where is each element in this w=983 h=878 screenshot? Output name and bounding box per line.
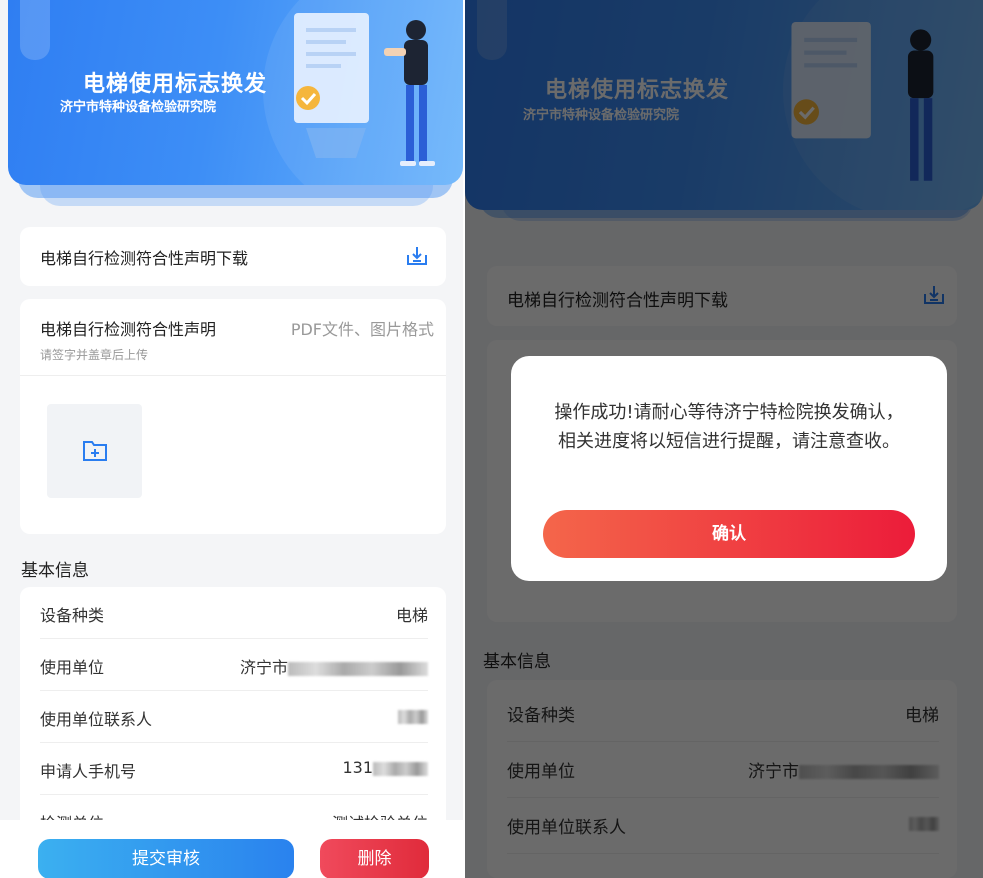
banner-tab — [20, 0, 50, 60]
banner-subtitle: 济宁市特种设备检验研究院 — [60, 100, 217, 115]
certificate-person-illustration — [294, 13, 435, 166]
folder-add-icon[interactable] — [82, 438, 108, 462]
declaration-format: PDF文件、图片格式 — [290, 320, 434, 339]
header-banner: 电梯使用标志换发 济宁市特种设备检验研究院 — [8, 0, 463, 185]
info-key: 使用单位 — [40, 658, 105, 677]
declaration-title: 电梯自行检测符合性声明 — [40, 320, 217, 339]
basic-info-card: 设备种类 电梯 使用单位 济宁市 使用单位联系人 申请人手机号 131 检测单位… — [20, 587, 446, 847]
confirm-button[interactable]: 确认 — [543, 510, 915, 558]
info-value-redacted: 济宁市 — [240, 654, 428, 678]
banner-title: 电梯使用标志换发 — [83, 72, 268, 97]
info-key: 使用单位联系人 — [40, 710, 153, 729]
info-key: 设备种类 — [40, 606, 105, 625]
submit-button[interactable]: 提交审核 — [38, 839, 294, 878]
confirmation-screen: 电梯使用标志换发 济宁市特种设备检验研究院 电梯自行检测符合性声明下载 — [465, 0, 983, 878]
info-key: 申请人手机号 — [40, 762, 137, 781]
info-row-phone: 申请人手机号 131 — [40, 743, 428, 795]
basic-info-title: 基本信息 — [21, 561, 89, 581]
info-row-user-unit: 使用单位 济宁市 — [40, 639, 428, 691]
declaration-hint: 请签字并盖章后上传 — [40, 348, 149, 362]
divider — [20, 375, 446, 376]
info-value-redacted: 131 — [342, 758, 428, 777]
delete-button[interactable]: 删除 — [320, 839, 429, 878]
info-row-contact: 使用单位联系人 — [40, 691, 428, 743]
dialog-message: 操作成功!请耐心等待济宁特检院换发确认，相关进度将以短信进行提醒，请注意查收。 — [554, 402, 904, 452]
info-value-redacted — [398, 706, 428, 725]
download-card[interactable]: 电梯自行检测符合性声明下载 — [20, 227, 446, 286]
info-value: 131 — [342, 758, 373, 777]
download-icon[interactable] — [406, 245, 428, 267]
info-value: 济宁市 — [239, 658, 288, 677]
redacted-text — [373, 761, 428, 776]
redacted-text — [398, 709, 428, 724]
info-value: 电梯 — [395, 606, 428, 625]
info-row-device-type: 设备种类 电梯 — [40, 587, 428, 639]
form-screen: 电梯使用标志换发 济宁市特种设备检验研究院 电梯自行检测符合性声明下载 电梯自行… — [0, 0, 463, 878]
success-dialog: 操作成功!请耐心等待济宁特检院换发确认，相关进度将以短信进行提醒，请注意查收。 … — [511, 356, 947, 581]
redacted-text — [288, 661, 428, 676]
download-label: 电梯自行检测符合性声明下载 — [40, 249, 249, 268]
